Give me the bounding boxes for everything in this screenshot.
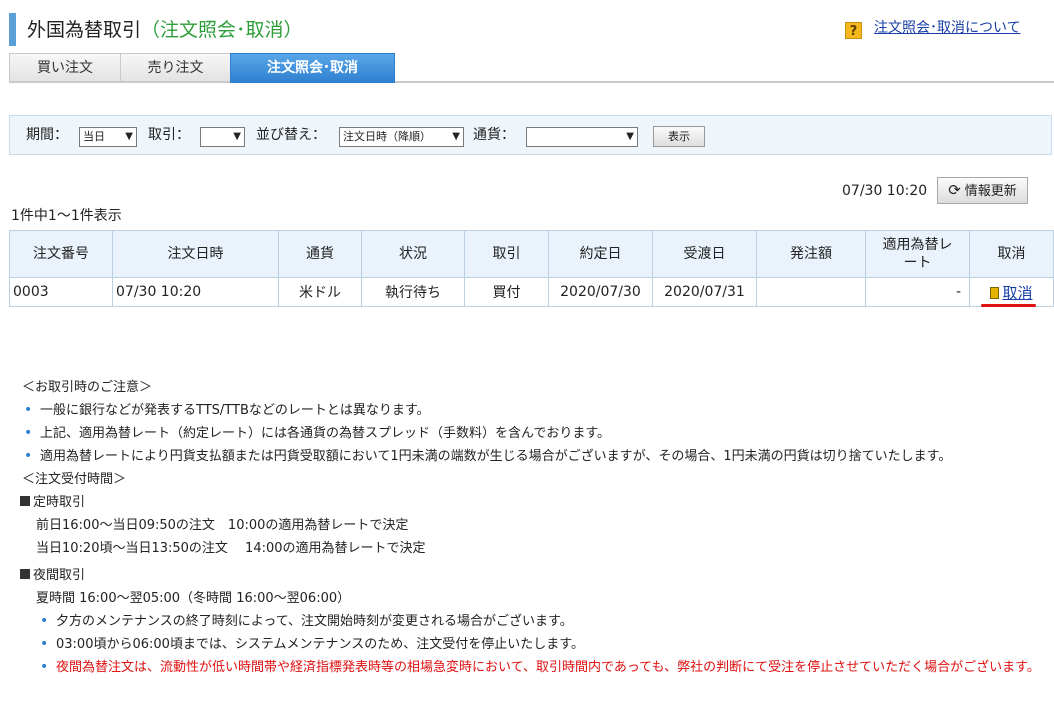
cell-order-amount [756, 277, 866, 307]
cell-order-no: 0003 [9, 277, 113, 307]
update-timestamp: 07/30 10:20 [842, 183, 928, 199]
list-item: 適用為替レートにより円貨支払額または円貨受取額において1円未満の端数が生じる場合… [22, 445, 1042, 468]
col-header: 適用為替レート [865, 230, 970, 278]
sort-select[interactable]: 注文日時（降順） ▼ [339, 127, 464, 147]
help-link[interactable]: 注文照会･取消について [874, 20, 1021, 36]
period-label: 期間： [26, 127, 68, 143]
cancel-link[interactable]: 取消 [1002, 284, 1032, 302]
tab-bar: 買い注文 売り注文 注文照会･取消 [9, 53, 1054, 83]
page-title-main: 外国為替取引 [27, 19, 142, 41]
caution-heading: ＜お取引時のご注意＞ [22, 380, 153, 395]
col-header: 発注額 [756, 230, 866, 278]
trade-label: 取引： [148, 127, 190, 143]
trade-select[interactable]: ▼ [200, 127, 245, 147]
chevron-down-icon: ▼ [452, 131, 460, 142]
regular-trade-title: 定時取引 [20, 491, 1042, 514]
night-warning: 夜間為替注文は、流動性が低い時間帯や経済指標発表時等の相場急変時において、取引時… [38, 656, 1042, 679]
annotation-underline [981, 304, 1036, 307]
regular-line: 当日10:20頃～当日13:50の注文 14:00の適用為替レートで決定 [36, 541, 426, 556]
table-header-row: 注文番号 注文日時 通貨 状況 取引 約定日 受渡日 発注額 適用為替レート 取… [9, 230, 1054, 278]
refresh-icon: ⟳ [948, 181, 961, 199]
col-header: 約定日 [548, 230, 653, 278]
cell-execution-date: 2020/07/30 [548, 277, 653, 307]
col-header: 状況 [361, 230, 465, 278]
currency-select[interactable]: ▼ [526, 127, 638, 147]
col-header: 注文日時 [112, 230, 279, 278]
list-item: 一般に銀行などが発表するTTS/TTBなどのレートとは異なります。 [22, 399, 1042, 422]
hours-heading: ＜注文受付時間＞ [22, 472, 127, 487]
list-item: 夕方のメンテナンスの終了時刻によって、注文開始時刻が変更される場合がございます。 [38, 610, 1042, 633]
cell-rate: - [865, 277, 970, 307]
night-trade-title-text: 夜間取引 [33, 568, 86, 583]
list-item: 上記、適用為替レート（約定レート）には各通貨の為替スプレッド（手数料）を含んでお… [22, 422, 1042, 445]
document-icon [990, 286, 1000, 299]
orders-table: 注文番号 注文日時 通貨 状況 取引 約定日 受渡日 発注額 適用為替レート 取… [9, 230, 1054, 307]
period-select[interactable]: 当日 ▼ [79, 127, 137, 147]
page-title-subtitle: （注文照会･取消） [141, 19, 303, 41]
filter-bar: 期間： 当日 ▼ 取引： ▼ 並び替え： 注文日時（降順） ▼ 通貨： ▼ 表示 [9, 115, 1052, 155]
square-bullet-icon [20, 496, 30, 506]
help-area: ? 注文照会･取消について [845, 18, 1021, 39]
square-bullet-icon [20, 569, 30, 579]
notes-section: ＜お取引時のご注意＞ 一般に銀行などが発表するTTS/TTBなどのレートとは異な… [20, 376, 1042, 679]
col-header: 通貨 [278, 230, 362, 278]
cell-order-datetime: 07/30 10:20 [112, 277, 279, 307]
currency-label: 通貨： [473, 127, 515, 143]
night-trade-title: 夜間取引 [20, 564, 1042, 587]
col-header: 受渡日 [652, 230, 757, 278]
night-line: 夏時間 16:00～翌05:00（冬時間 16:00～翌06:00） [36, 591, 351, 606]
cell-delivery-date: 2020/07/31 [652, 277, 757, 307]
tab-order-inquiry[interactable]: 注文照会･取消 [230, 53, 395, 83]
cell-currency: 米ドル [278, 277, 362, 307]
chevron-down-icon: ▼ [626, 131, 634, 142]
chevron-down-icon: ▼ [125, 131, 133, 142]
help-icon[interactable]: ? [845, 22, 862, 39]
table-row: 0003 07/30 10:20 米ドル 執行待ち 買付 2020/07/30 … [9, 277, 1054, 307]
page-title: 外国為替取引（注文照会･取消） [27, 16, 303, 44]
period-select-value: 当日 [83, 130, 105, 143]
cell-cancel: 取消 [969, 277, 1054, 307]
tab-sell-order[interactable]: 売り注文 [120, 53, 231, 81]
col-header: 取消 [969, 230, 1054, 278]
refresh-button[interactable]: ⟳ 情報更新 [937, 177, 1028, 204]
list-item: 03:00頃から06:00頃までは、システムメンテナンスのため、注文受付を停止い… [38, 633, 1042, 656]
chevron-down-icon: ▼ [233, 131, 241, 142]
tab-buy-order[interactable]: 買い注文 [9, 53, 121, 81]
col-header: 取引 [464, 230, 549, 278]
regular-line: 前日16:00～当日09:50の注文 10:00の適用為替レートで決定 [36, 518, 409, 533]
title-accent-bar [9, 13, 16, 46]
regular-trade-title-text: 定時取引 [33, 495, 86, 510]
refresh-button-label: 情報更新 [964, 184, 1017, 199]
sort-label: 並び替え： [256, 127, 326, 143]
show-button[interactable]: 表示 [653, 126, 705, 147]
cell-status: 執行待ち [361, 277, 465, 307]
sort-select-value: 注文日時（降順） [343, 130, 431, 143]
col-header: 注文番号 [9, 230, 113, 278]
cell-trade: 買付 [464, 277, 549, 307]
result-count: 1件中1～1件表示 [11, 208, 122, 224]
